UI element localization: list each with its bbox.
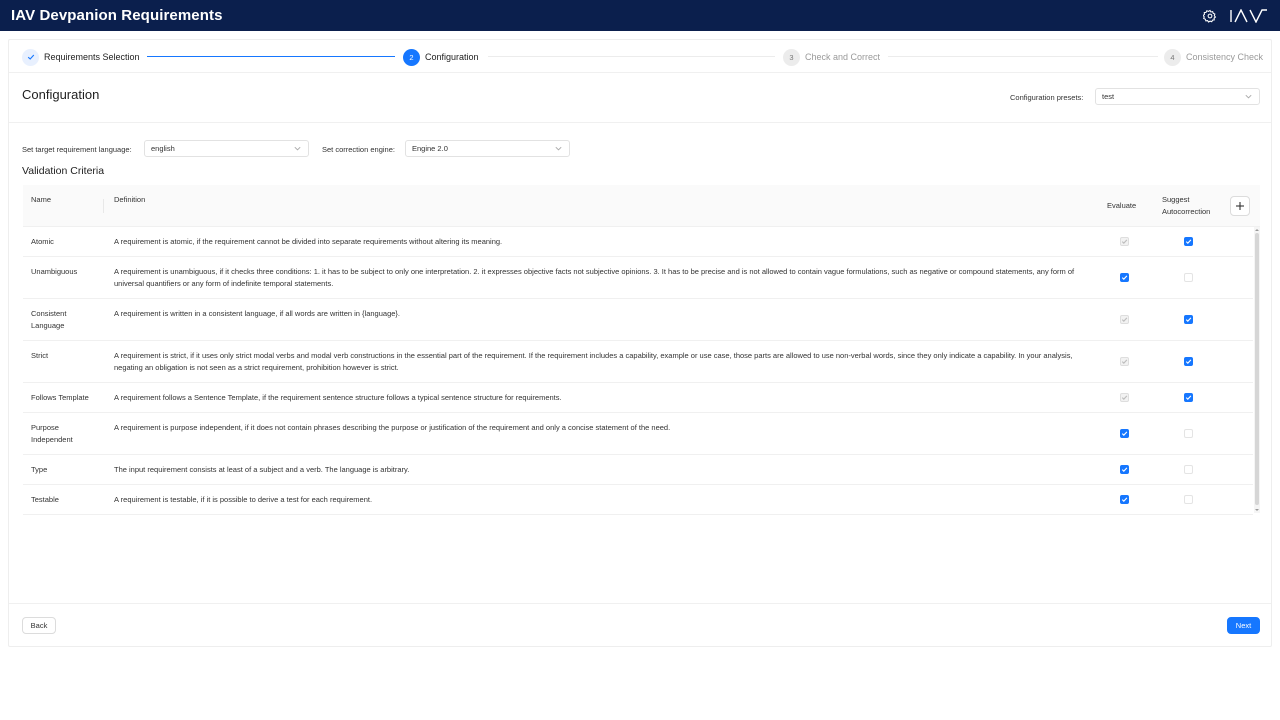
step-label: Configuration [425,52,479,62]
table-row: Strict A requirement is strict, if it us… [23,341,1253,383]
criterion-definition: A requirement is unambiguous, if it chec… [114,267,1075,288]
step-label: Requirements Selection [44,52,140,62]
configuration-card: Requirements Selection 2 Configuration 3… [8,39,1272,647]
table-row: Follows Template A requirement follows a… [23,383,1253,413]
criterion-name: Type [31,465,48,474]
criterion-name: Consistent Language [31,309,67,330]
table-row: Purpose Independent A requirement is pur… [23,413,1253,455]
evaluate-checkbox[interactable] [1120,429,1129,438]
step-consistency-check[interactable]: 4 Consistency Check [1164,47,1263,67]
chevron-down-icon [555,146,562,151]
scroll-up-icon[interactable] [1255,228,1259,232]
table-row: Type The input requirement consists at l… [23,455,1253,485]
divider [9,122,1271,123]
table-row: Testable A requirement is testable, if i… [23,485,1253,515]
criterion-definition: A requirement follows a Sentence Templat… [114,393,562,402]
step-number: 3 [783,48,800,66]
autocorrection-checkbox [1184,429,1193,438]
gear-icon[interactable] [1201,7,1219,25]
criterion-name: Strict [31,351,49,360]
step-number: 4 [1164,48,1181,66]
divider [9,603,1271,604]
criterion-name: Atomic [31,237,54,246]
engine-label: Set correction engine: [322,145,395,154]
criterion-definition: A requirement is strict, if it uses only… [114,351,1073,372]
presets-value: test [1102,92,1115,101]
autocorrection-checkbox[interactable] [1184,393,1193,402]
criteria-table-header: Name Definition Evaluate Suggest Autocor… [23,185,1260,227]
step-connector [488,56,775,57]
step-connector [888,56,1158,57]
language-value: english [151,144,175,153]
engine-select[interactable]: Engine 2.0 [405,140,570,157]
col-evaluate: Evaluate [1107,201,1137,210]
col-name: Name [31,195,52,204]
engine-value: Engine 2.0 [412,144,448,153]
evaluate-checkbox [1120,357,1129,366]
evaluate-checkbox [1120,237,1129,246]
criterion-definition: A requirement is atomic, if the requirem… [114,237,503,246]
autocorrection-checkbox [1184,495,1193,504]
criterion-name: Purpose Independent [31,423,73,444]
autocorrection-checkbox [1184,465,1193,474]
language-select[interactable]: english [144,140,309,157]
criterion-name: Follows Template [31,393,89,402]
evaluate-checkbox[interactable] [1120,465,1129,474]
divider [9,72,1271,73]
app-header: IAV Devpanion Requirements [0,0,1280,31]
criterion-definition: A requirement is purpose independent, if… [114,423,671,432]
step-label: Consistency Check [1186,52,1264,62]
evaluate-checkbox [1120,315,1129,324]
evaluate-checkbox[interactable] [1120,273,1129,282]
evaluate-checkbox [1120,393,1129,402]
criterion-name: Unambiguous [31,267,78,276]
chevron-down-icon [1245,94,1252,99]
col-suggest-autocorrection: Suggest Autocorrection [1162,195,1211,216]
step-requirements-selection[interactable]: Requirements Selection [22,47,140,67]
add-criterion-button[interactable] [1230,196,1250,216]
criterion-definition: A requirement is written in a consistent… [114,309,400,318]
stepper: Requirements Selection 2 Configuration 3… [22,47,1264,67]
page-title: Configuration [22,87,100,102]
back-button[interactable]: Back [22,617,56,634]
language-label: Set target requirement language: [22,145,132,154]
chevron-down-icon [294,146,301,151]
column-separator [103,199,104,213]
step-configuration[interactable]: 2 Configuration [403,47,479,67]
step-number: 2 [403,48,420,66]
presets-select[interactable]: test [1095,88,1260,105]
col-definition: Definition [114,195,146,204]
check-icon [22,48,39,66]
criterion-definition: The input requirement consists at least … [114,465,410,474]
autocorrection-checkbox[interactable] [1184,357,1193,366]
scroll-down-icon[interactable] [1255,508,1259,512]
step-connector [147,56,395,57]
next-button[interactable]: Next [1227,617,1260,634]
scroll-thumb[interactable] [1255,233,1259,505]
step-label: Check and Correct [805,52,881,62]
autocorrection-checkbox[interactable] [1184,315,1193,324]
validation-criteria-title: Validation Criteria [22,165,105,177]
table-scrollbar[interactable] [1254,227,1260,513]
app-title: IAV Devpanion Requirements [11,7,223,24]
table-row: Atomic A requirement is atomic, if the r… [23,227,1253,257]
table-row: Unambiguous A requirement is unambiguous… [23,257,1253,299]
autocorrection-checkbox [1184,273,1193,282]
autocorrection-checkbox[interactable] [1184,237,1193,246]
plus-icon [1236,202,1244,210]
iav-logo [1230,8,1267,23]
presets-label: Configuration presets: [1010,93,1084,102]
criterion-name: Testable [31,495,59,504]
evaluate-checkbox[interactable] [1120,495,1129,504]
table-row: Consistent Language A requirement is wri… [23,299,1253,341]
step-check-and-correct[interactable]: 3 Check and Correct [783,47,880,67]
criterion-definition: A requirement is testable, if it is poss… [114,495,373,504]
